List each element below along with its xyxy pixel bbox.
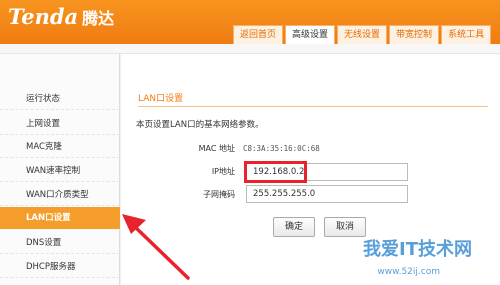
header-strip [0,44,500,54]
sidebar-item-status[interactable]: 运行状态 [0,88,120,110]
watermark-title: 我爱IT技术网 [363,239,472,260]
mac-value: C8:3A:35:16:0C:68 [243,144,320,153]
tab-advanced[interactable]: 高级设置 [285,25,336,44]
watermark-url: www.52ij.com [377,267,440,277]
logo-cn-text: 腾达 [82,9,115,28]
page-description: 本页设置LAN口的基本网络参数。 [136,120,264,130]
sidebar-item-lan[interactable]: LAN口设置 [0,207,120,229]
top-tabs: 返回首页 高级设置 无线设置 带宽控制 系统工具 [233,25,493,44]
header: Tenda 腾达 返回首页 高级设置 无线设置 带宽控制 系统工具 [0,0,500,44]
sidebar-item-dns[interactable]: DNS设置 [0,232,120,254]
page-title: LAN口设置 [138,94,184,104]
sidebar: 运行状态 上网设置 MAC克隆 WAN速率控制 WAN口介质类型 LAN口设置 … [0,54,120,285]
sidebar-item-dhcp[interactable]: DHCP服务器 [0,256,120,278]
logo-text: Tenda [8,4,79,29]
tab-wireless[interactable]: 无线设置 [337,25,388,44]
sidebar-item-wan-rate[interactable]: WAN速率控制 [0,160,120,182]
sidebar-item-mac-clone[interactable]: MAC克隆 [0,136,120,158]
cancel-button[interactable]: 取消 [324,217,366,237]
tab-system[interactable]: 系统工具 [441,25,492,44]
mac-label: MAC 地址 [198,144,235,153]
tenda-logo: Tenda 腾达 [8,4,114,29]
tab-home[interactable]: 返回首页 [233,25,284,44]
subnet-mask-field[interactable]: 255.255.255.0 [246,185,408,203]
ip-label: IP地址 [211,167,235,176]
ip-highlight-box [244,161,307,183]
ok-button[interactable]: 确定 [273,217,315,237]
sidebar-item-wan-media[interactable]: WAN口介质类型 [0,184,120,206]
sidebar-item-internet[interactable]: 上网设置 [0,113,120,135]
tab-bandwidth[interactable]: 带宽控制 [389,25,440,44]
mask-label: 子网掩码 [203,190,235,199]
title-divider [138,106,488,107]
